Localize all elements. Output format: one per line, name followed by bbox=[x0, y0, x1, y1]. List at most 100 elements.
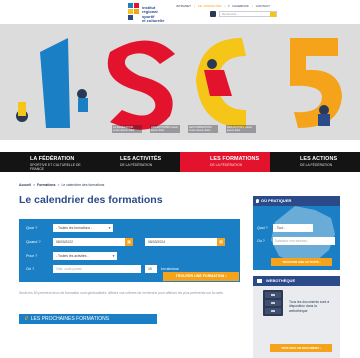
hero-shape-red bbox=[107, 40, 175, 130]
widget-header: OÙ PRATIQUER bbox=[253, 196, 340, 206]
hero-caption[interactable]: LES ACTIVITÉS Lorem ipsum dolor bbox=[150, 125, 180, 133]
hero-figure bbox=[18, 102, 26, 116]
widget-text: Tous les documents sont à disposition da… bbox=[289, 300, 330, 313]
location-placeholder: Ville, code postal bbox=[56, 267, 82, 271]
link-contact[interactable]: CONTACT bbox=[256, 4, 270, 8]
nav-subtitle: SPORTIVE ET CULTURELLE DE FRANCE bbox=[30, 163, 81, 171]
document-icon bbox=[257, 279, 262, 283]
hero-captions: LA FÉDÉRATION Lorem ipsum dolor LES ACTI… bbox=[112, 125, 256, 133]
menu-icon[interactable] bbox=[210, 11, 216, 17]
widget-title: WEBOTHÈQUE bbox=[266, 278, 296, 283]
breadcrumb-section[interactable]: Formations bbox=[37, 183, 55, 187]
search-button[interactable] bbox=[270, 12, 276, 17]
address-input[interactable]: Saisissez une adresse... bbox=[273, 237, 335, 245]
search-input[interactable]: Rechercher... bbox=[219, 11, 277, 17]
hero-figure bbox=[77, 89, 87, 99]
search-row: Rechercher... bbox=[210, 11, 277, 17]
activity-select-value: - Tout - bbox=[275, 226, 285, 230]
intro-text: Seuls les 50 premiers lieux de formation… bbox=[19, 291, 224, 295]
logo-square-orange bbox=[134, 9, 139, 14]
hero-caption[interactable]: LA FÉDÉRATION Lorem ipsum dolor bbox=[112, 125, 142, 133]
webotheque-widget: WEBOTHÈQUE Tous les documents sont à dis… bbox=[253, 276, 340, 358]
hero-figure bbox=[318, 114, 330, 126]
ou-label: Où ? bbox=[257, 239, 265, 243]
site-logo[interactable]: institut régional sportif et culturelle bbox=[128, 3, 174, 23]
breadcrumb-separator: > bbox=[57, 183, 60, 187]
calendar-icon[interactable]: ▦ bbox=[217, 238, 225, 246]
separator: | bbox=[224, 4, 226, 8]
location-input[interactable]: Ville, code postal bbox=[53, 265, 141, 273]
hero-figure bbox=[207, 59, 217, 69]
date-from-input[interactable]: 08/03/2022 bbox=[53, 238, 125, 246]
site-header: institut régional sportif et culturelle … bbox=[0, 0, 360, 24]
nav-item-actions[interactable]: LES ACTIONS DE LA FÉDÉRATION bbox=[270, 152, 360, 172]
logo-square-yellow bbox=[128, 9, 133, 14]
hero-illustration bbox=[16, 38, 342, 130]
find-document-button[interactable]: TROUVER UN DOCUMENT › bbox=[270, 344, 332, 352]
chevron-down-icon: ▼ bbox=[112, 254, 115, 258]
date-to-value: 08/03/2024 bbox=[148, 240, 165, 244]
separator: | bbox=[251, 4, 253, 8]
hero-figure bbox=[319, 105, 329, 115]
hero-banner: LA FÉDÉRATION Lorem ipsum dolor LES ACTI… bbox=[0, 24, 360, 140]
link-intranet[interactable]: INTRANET bbox=[176, 4, 191, 8]
link-facebook[interactable]: FACEBOOK bbox=[232, 4, 249, 8]
formation-select[interactable]: - Toutes les formations - ▼ bbox=[53, 224, 113, 232]
quoi-label: Quoi ? bbox=[26, 226, 38, 230]
date-from-value: 08/03/2022 bbox=[56, 240, 73, 244]
nav-item-activites[interactable]: LES ACTIVITÉS DE LA FÉDÉRATION bbox=[90, 152, 180, 172]
widget-title: OÙ PRATIQUER bbox=[261, 198, 292, 203]
logo-square-red bbox=[134, 3, 139, 8]
nav-title: LES ACTIVITÉS bbox=[120, 156, 162, 162]
page-title: Le calendrier des formations bbox=[19, 194, 163, 206]
breadcrumb-separator: > bbox=[33, 183, 36, 187]
km-label: km alentour bbox=[161, 267, 179, 271]
quoi-label: Quoi ? bbox=[257, 226, 268, 230]
hero-shape-blue bbox=[40, 38, 70, 128]
widget-header: WEBOTHÈQUE bbox=[253, 276, 340, 286]
location-pin-icon bbox=[256, 199, 259, 203]
logo-line: et culturelle bbox=[142, 17, 165, 23]
france-map-icon bbox=[271, 206, 335, 264]
activity-select[interactable]: - Toutes les activités - ▼ bbox=[53, 252, 117, 260]
breadcrumb: Accueil > Formations > Le calendrier des… bbox=[19, 183, 104, 187]
activity-select[interactable]: - Tout - bbox=[273, 224, 313, 232]
top-links: INTRANET | SE CONNECTER | f FACEBOOK | C… bbox=[176, 4, 270, 8]
breadcrumb-home[interactable]: Accueil bbox=[19, 183, 31, 187]
ou-label: Où ? bbox=[26, 267, 35, 271]
hero-caption[interactable]: LES FORMATIONS Lorem ipsum dolor bbox=[188, 125, 218, 133]
hero-shape-orange bbox=[290, 38, 342, 128]
find-activity-label: TROUVER UNE ACTIVITÉ bbox=[282, 260, 319, 264]
find-formation-label: TROUVER UNE FORMATION bbox=[175, 274, 225, 278]
find-activity-button[interactable]: TROUVER UNE ACTIVITÉ › bbox=[271, 258, 332, 266]
formation-select-value: - Toutes les formations - bbox=[56, 226, 93, 230]
date-to-input[interactable]: 08/03/2024 bbox=[145, 238, 217, 246]
logo-square-navy bbox=[128, 15, 133, 20]
nav-item-formations[interactable]: LES FORMATIONS DE LA FÉDÉRATION bbox=[180, 152, 270, 172]
heading-marker: // bbox=[25, 316, 28, 322]
chevron-down-icon: ▼ bbox=[108, 226, 111, 230]
address-placeholder: Saisissez une adresse... bbox=[275, 239, 310, 243]
search-placeholder: Rechercher... bbox=[222, 12, 239, 16]
hero-figure bbox=[78, 98, 88, 112]
nav-title: LES ACTIONS bbox=[300, 156, 338, 162]
nav-subtitle: DE LA FÉDÉRATION bbox=[120, 163, 153, 167]
find-formation-button[interactable]: TROUVER UNE FORMATION › bbox=[163, 272, 239, 281]
nav-subtitle: DE LA FÉDÉRATION bbox=[210, 163, 243, 167]
km-input[interactable]: 15 bbox=[145, 265, 157, 273]
pour-label: Pour ? bbox=[26, 254, 38, 258]
heading-label: LES PROCHAINES FORMATIONS bbox=[30, 316, 110, 322]
nav-subtitle: DE LA FÉDÉRATION bbox=[300, 163, 333, 167]
nav-title: LES FORMATIONS bbox=[210, 156, 260, 162]
km-value: 15 bbox=[148, 267, 152, 271]
calendar-icon[interactable]: ▦ bbox=[125, 238, 133, 246]
nav-title: LA FÉDÉRATION bbox=[30, 156, 75, 162]
main-nav: LA FÉDÉRATION SPORTIVE ET CULTURELLE DE … bbox=[0, 152, 360, 172]
filing-cabinet-icon bbox=[263, 290, 283, 316]
find-document-label: TROUVER UN DOCUMENT bbox=[281, 346, 320, 350]
logo-square-blue bbox=[128, 3, 133, 8]
hero-caption[interactable]: LES ACTIONS Lorem ipsum dolor bbox=[226, 125, 256, 133]
link-login[interactable]: SE CONNECTER bbox=[198, 4, 222, 8]
nav-item-federation[interactable]: LA FÉDÉRATION SPORTIVE ET CULTURELLE DE … bbox=[0, 152, 90, 172]
facebook-icon[interactable]: f bbox=[228, 4, 229, 8]
